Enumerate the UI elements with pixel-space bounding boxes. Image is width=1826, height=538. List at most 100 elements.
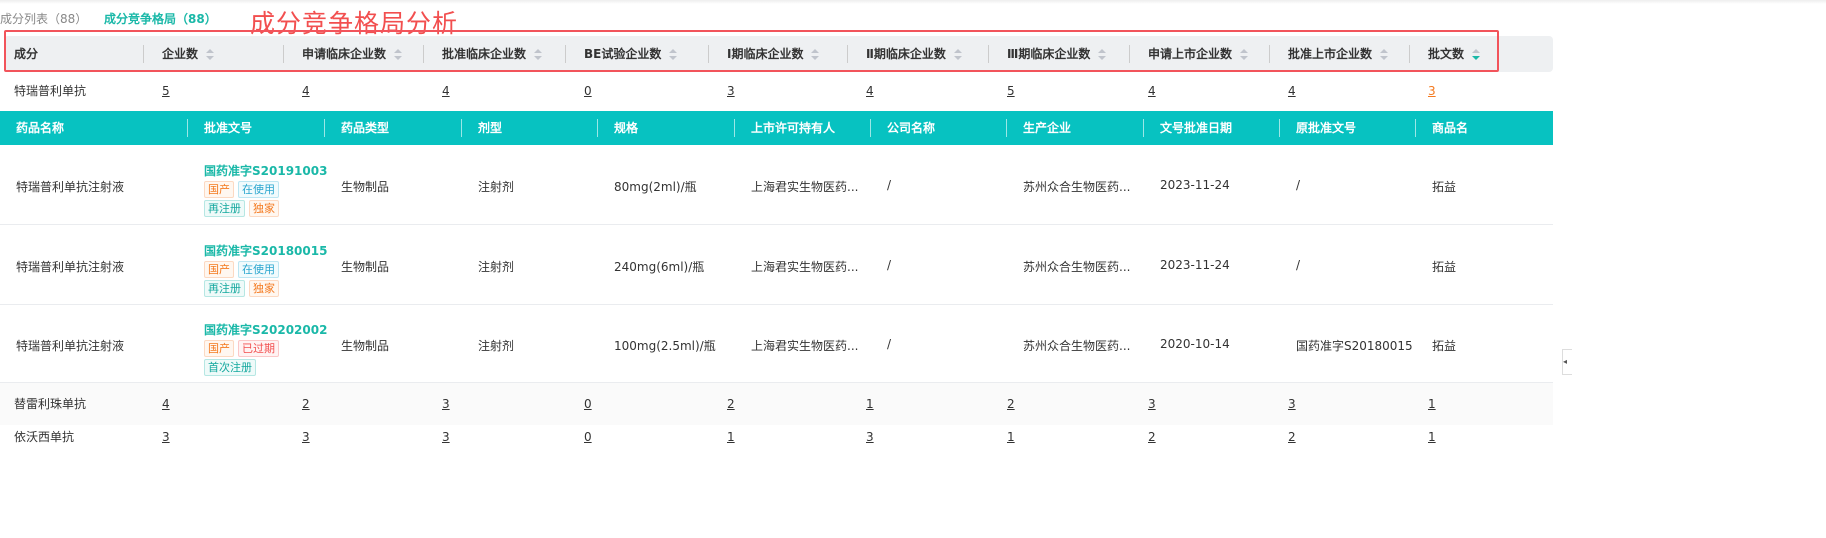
detail-type: 生物制品 — [341, 339, 390, 353]
detail-date: 2023-11-24 — [1160, 258, 1230, 272]
detail-table-header: 药品名称 批准文号 药品类型 剂型 规格 上市许可持有人 公司名称 生产企业 文号批准日期 原批准… — [0, 111, 1553, 145]
tag-group: 国产 已过期首次注册 — [204, 338, 294, 376]
column-divider — [1006, 119, 1007, 137]
status-tag: 独家 — [249, 200, 279, 217]
detail-column-header: 上市许可持有人 — [751, 121, 836, 135]
column-divider — [870, 119, 871, 137]
count-link[interactable]: 0 — [584, 419, 592, 455]
detail-manufacturer: 苏州众合生物医药... — [1023, 260, 1131, 274]
ingredient-name[interactable]: 依沃西单抗 — [14, 419, 74, 455]
detail-form: 注射剂 — [478, 180, 515, 194]
collapse-side-tab[interactable]: ◂ — [1562, 349, 1572, 375]
status-tag: 国产 — [204, 340, 234, 357]
license-cell: 国药准字S20191003 国产 在使用再注册 独家 — [204, 162, 327, 217]
column-divider — [1415, 119, 1416, 137]
detail-company: / — [887, 337, 892, 351]
column-divider — [734, 119, 735, 137]
detail-form: 注射剂 — [478, 339, 515, 353]
detail-name: 特瑞普利单抗注射液 — [16, 180, 125, 194]
detail-date: 2020-10-14 — [1160, 337, 1230, 351]
detail-name: 特瑞普利单抗注射液 — [16, 339, 125, 353]
detail-column-header: 公司名称 — [887, 121, 936, 135]
count-link[interactable]: 3 — [442, 419, 450, 455]
detail-row: 特瑞普利单抗注射液 生物制品 注射剂 240mg(6ml)/瓶 上海君实生物医药... /… — [0, 225, 1553, 305]
status-tag: 已过期 — [238, 340, 279, 357]
detail-column-header: 规格 — [614, 121, 639, 135]
count-link[interactable]: 2 — [1148, 419, 1156, 455]
status-tag: 独家 — [249, 280, 279, 297]
summary-row[interactable]: 特瑞普利单抗 5 4 4 0 3 4 5 4 4 3 — [0, 75, 1553, 107]
detail-spec: 100mg(2.5ml)/瓶 — [614, 339, 716, 353]
summary-row[interactable]: 依沃西单抗 3 3 3 0 1 3 1 2 2 1 — [0, 419, 1553, 455]
tag-group: 国产 在使用再注册 独家 — [204, 259, 294, 297]
license-cell: 国药准字S20180015 国产 在使用再注册 独家 — [204, 242, 327, 297]
detail-orig: 国药准字S20180015 — [1296, 339, 1413, 353]
detail-manufacturer: 苏州众合生物医药... — [1023, 339, 1131, 353]
count-link[interactable]: 5 — [1007, 75, 1015, 107]
count-link[interactable]: 3 — [1428, 75, 1436, 107]
count-link[interactable]: 4 — [442, 75, 450, 107]
count-link[interactable]: 4 — [1148, 75, 1156, 107]
status-tag: 再注册 — [204, 280, 245, 297]
column-divider — [324, 119, 325, 137]
detail-form: 注射剂 — [478, 260, 515, 274]
detail-row: 特瑞普利单抗注射液 生物制品 注射剂 100mg(2.5ml)/瓶 上海君实生物医药..… — [0, 304, 1553, 383]
tab-competition[interactable]: 成分竞争格局（88） — [104, 10, 217, 27]
status-tag: 首次注册 — [204, 359, 256, 376]
count-link[interactable]: 2 — [1288, 419, 1296, 455]
detail-holder: 上海君实生物医药... — [751, 260, 859, 274]
detail-row: 特瑞普利单抗注射液 生物制品 注射剂 80mg(2ml)/瓶 上海君实生物医药... / 苏… — [0, 145, 1553, 225]
detail-type: 生物制品 — [341, 180, 390, 194]
license-number-link[interactable]: 国药准字S20180015 — [204, 242, 327, 259]
detail-company: / — [887, 178, 892, 192]
count-link[interactable]: 1 — [727, 419, 735, 455]
count-link[interactable]: 4 — [302, 75, 310, 107]
count-link[interactable]: 5 — [162, 75, 170, 107]
license-number-link[interactable]: 国药准字S20191003 — [204, 162, 327, 179]
detail-column-header: 文号批准日期 — [1160, 121, 1233, 135]
count-link[interactable]: 1 — [1428, 419, 1436, 455]
detail-column-header: 原批准文号 — [1296, 121, 1357, 135]
count-link[interactable]: 3 — [162, 419, 170, 455]
detail-spec: 240mg(6ml)/瓶 — [614, 260, 705, 274]
tab-ingredient-list[interactable]: 成分列表（88） — [0, 10, 87, 27]
detail-company: / — [887, 258, 892, 272]
column-divider — [597, 119, 598, 137]
detail-date: 2023-11-24 — [1160, 178, 1230, 192]
detail-orig: / — [1296, 258, 1301, 272]
detail-name: 特瑞普利单抗注射液 — [16, 260, 125, 274]
highlight-box — [4, 30, 1499, 72]
column-divider — [1143, 119, 1144, 137]
detail-spec: 80mg(2ml)/瓶 — [614, 180, 697, 194]
status-tag: 国产 — [204, 261, 234, 278]
column-divider — [1279, 119, 1280, 137]
tag-group: 国产 在使用再注册 独家 — [204, 179, 294, 217]
count-link[interactable]: 3 — [866, 419, 874, 455]
column-divider — [461, 119, 462, 137]
detail-holder: 上海君实生物医药... — [751, 180, 859, 194]
status-tag: 再注册 — [204, 200, 245, 217]
detail-brand: 拓益 — [1432, 339, 1457, 353]
detail-manufacturer: 苏州众合生物医药... — [1023, 180, 1131, 194]
count-link[interactable]: 4 — [1288, 75, 1296, 107]
status-tag: 在使用 — [238, 181, 279, 198]
license-number-link[interactable]: 国药准字S20202002 — [204, 321, 327, 338]
detail-holder: 上海君实生物医药... — [751, 339, 859, 353]
count-link[interactable]: 1 — [1007, 419, 1015, 455]
detail-column-header: 批准文号 — [204, 121, 253, 135]
count-link[interactable]: 3 — [302, 419, 310, 455]
detail-column-header: 生产企业 — [1023, 121, 1072, 135]
detail-column-header: 药品名称 — [16, 121, 65, 135]
detail-column-header: 商品名 — [1432, 121, 1469, 135]
ingredient-name[interactable]: 特瑞普利单抗 — [14, 75, 86, 107]
detail-column-header: 剂型 — [478, 121, 503, 135]
count-link[interactable]: 4 — [866, 75, 874, 107]
status-tag: 国产 — [204, 181, 234, 198]
status-tag: 在使用 — [238, 261, 279, 278]
detail-column-header: 药品类型 — [341, 121, 390, 135]
column-divider — [187, 119, 188, 137]
count-link[interactable]: 3 — [727, 75, 735, 107]
detail-orig: / — [1296, 178, 1301, 192]
count-link[interactable]: 0 — [584, 75, 592, 107]
detail-brand: 拓益 — [1432, 180, 1457, 194]
